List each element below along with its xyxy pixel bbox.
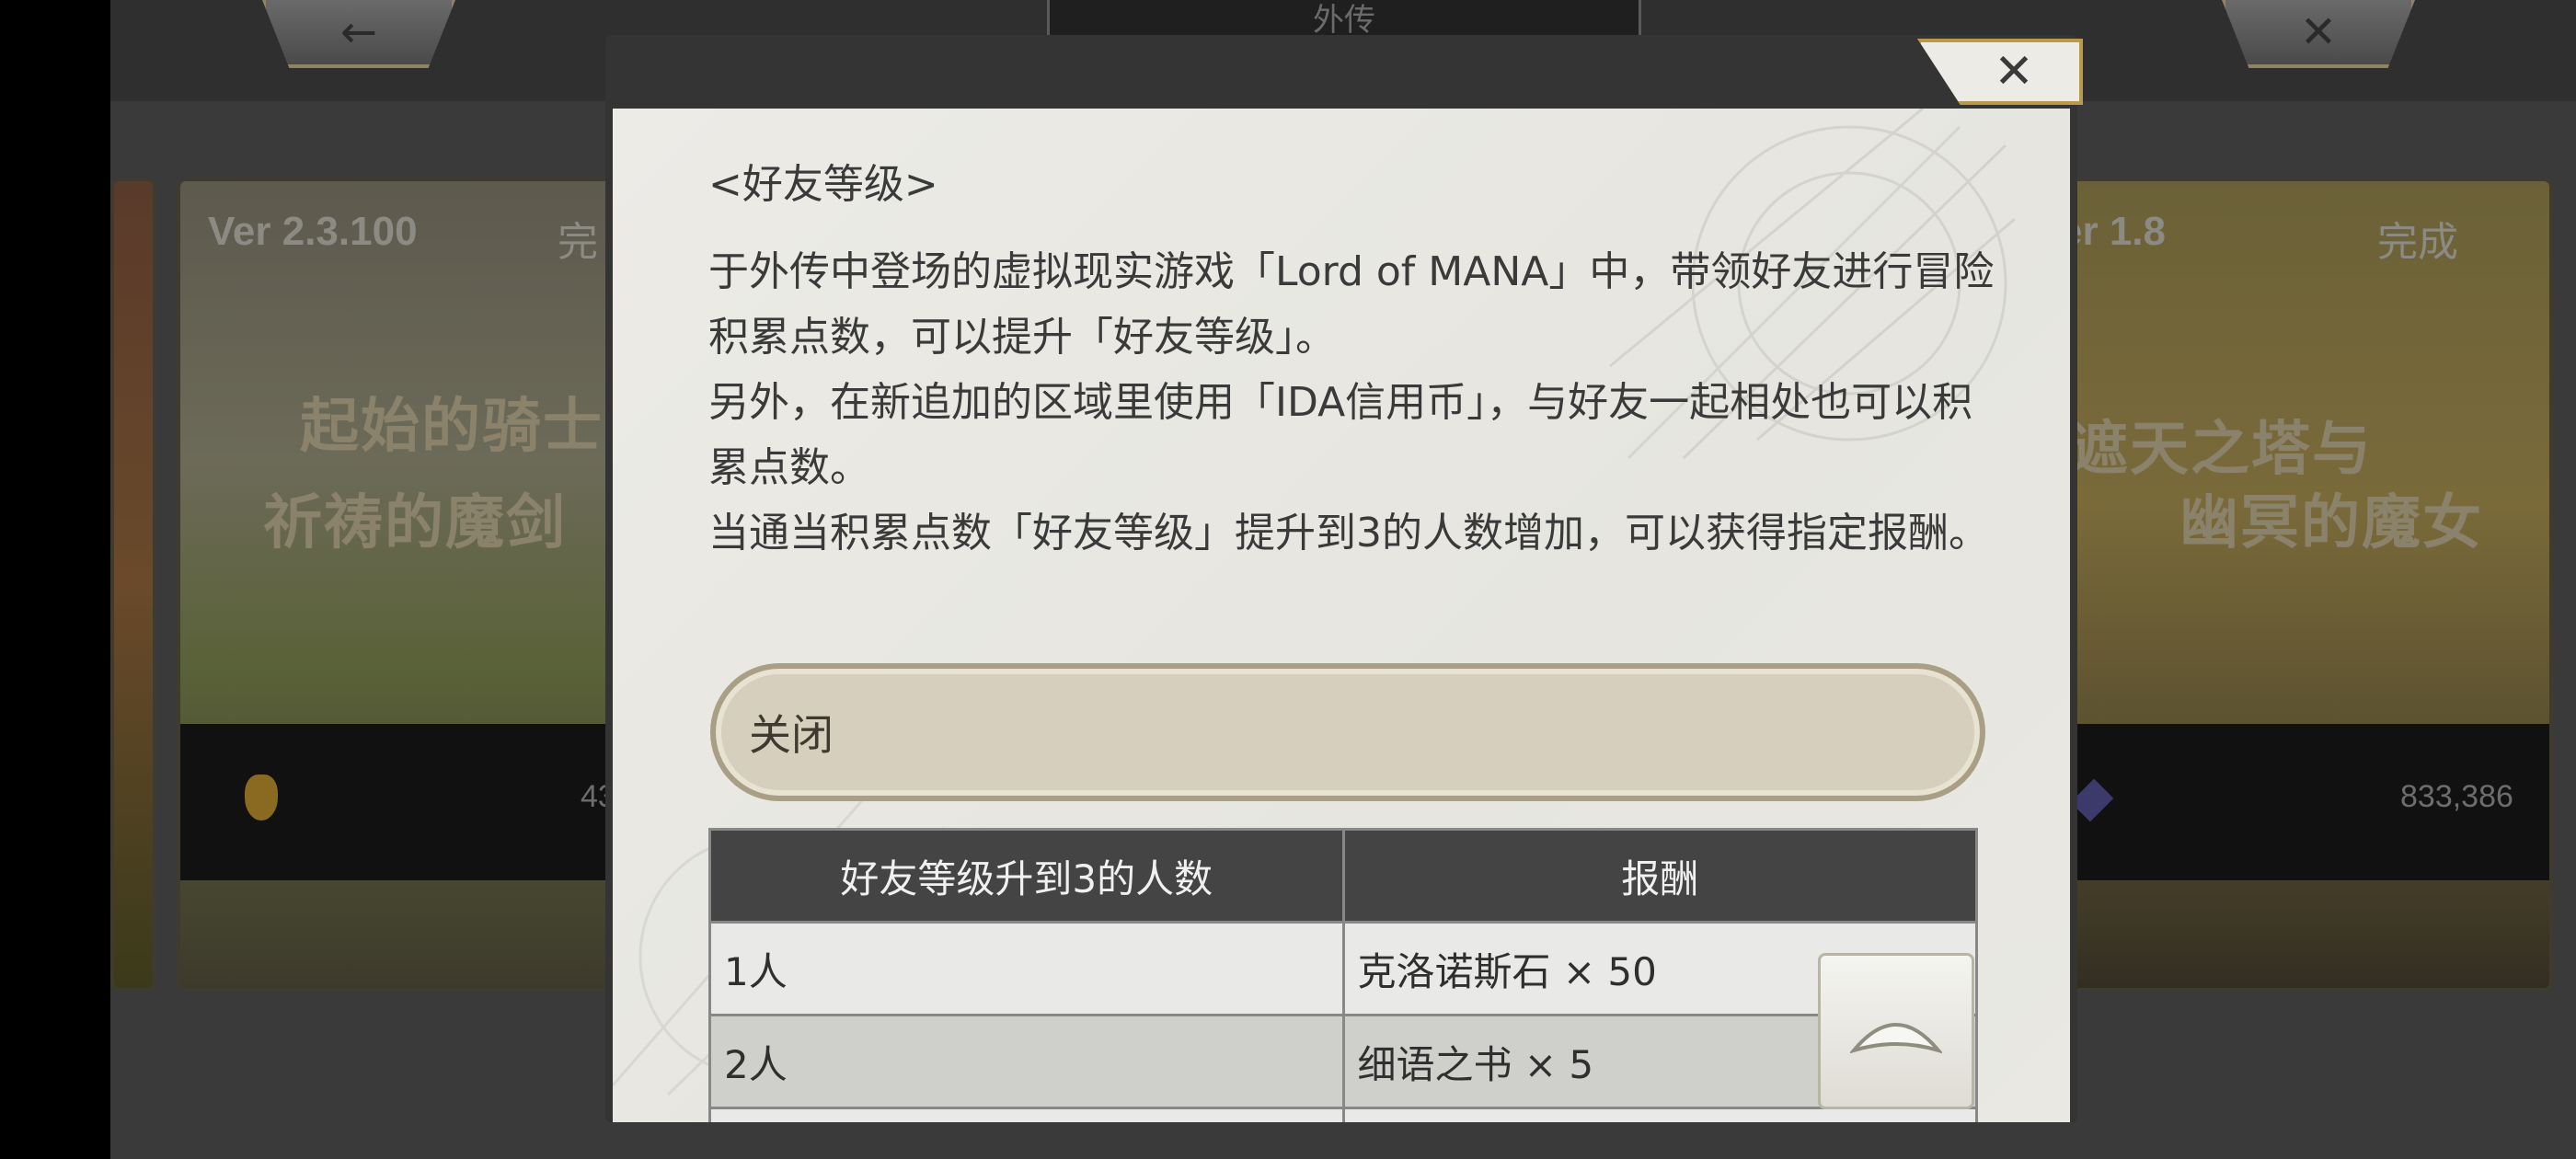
dialog-close-button[interactable]: ✕ [1917,39,2083,105]
dialog-body: <好友等级> 于外传中登场的虚拟现实游戏「Lord of MANA」中，带领好友… [613,109,2070,1122]
card-title-line2: 祈祷的魔剑 [263,488,567,557]
description-paragraph: 另外，在新追加的区域里使用「IDA信用币」，与好友一起相处也可以积累点数。 [708,379,1973,491]
top-tab-label: 外传 [1047,0,1641,40]
dialog-description: 于外传中登场的虚拟现实游戏「Lord of MANA」中，带领好友进行冒险积累点… [708,239,1996,566]
chevron-up-icon [1850,1023,1942,1054]
close-icon: ✕ [2299,6,2338,58]
table-header-row: 好友等级升到3的人数 报酬 [708,828,1978,924]
table-cell [708,1107,1345,1122]
friend-level-dialog: <好友等级> 于外传中登场的虚拟现实游戏「Lord of MANA」中，带领好友… [605,35,2083,1122]
card-info-bar: 833,386 [2041,724,2549,880]
close-button-label: 关闭 [749,710,834,760]
close-icon: ✕ [1994,44,2034,99]
story-card-left[interactable]: Ver 2.3.100 完 起始的骑士 祈祷的魔剑 43 [177,178,637,992]
potion-icon [245,775,278,820]
description-paragraph: 当通当积累点数「好友等级」提升到3的人数增加，可以获得指定报酬。 [708,510,1989,557]
card-number: 833,386 [2400,779,2513,814]
close-button[interactable]: 关闭 [710,663,1985,801]
story-card-edge[interactable] [110,178,156,992]
table-cell: 2人 [708,1014,1345,1109]
reward-table: 好友等级升到3的人数 报酬 1人 克洛诺斯石 × 50 2人 细语之书 × 5 [708,828,1978,1122]
table-cell: 1人 [708,921,1345,1016]
arrow-left-icon: ← [339,6,378,58]
card-status: 完 [558,219,598,266]
column-header: 报酬 [1341,828,1978,924]
back-button[interactable]: ← [262,0,455,68]
top-close-button[interactable]: ✕ [2222,0,2415,68]
story-card-right[interactable]: er 1.8 完成 遮天之塔与 幽冥的魔女 833,386 [2038,178,2553,992]
card-title-line2: 幽冥的魔女 [2179,488,2483,557]
dialog-heading: <好友等级> [708,161,938,208]
card-version: Ver 2.3.100 [208,209,418,254]
card-title-line1: 遮天之塔与 [2069,415,2373,484]
scroll-to-top-button[interactable] [1818,953,1974,1109]
card-info-bar: 43 [180,724,633,880]
card-title-line1: 起始的骑士 [300,392,604,461]
table-row: 1人 克洛诺斯石 × 50 [708,921,1978,1016]
table-cell [1341,1107,1978,1122]
card-status: 完成 [2377,219,2458,266]
left-black-bar [0,0,110,1159]
table-row: 2人 细语之书 × 5 [708,1014,1978,1109]
table-row [708,1107,1978,1122]
description-paragraph: 于外传中登场的虚拟现实游戏「Lord of MANA」中，带领好友进行冒险积累点… [708,248,1995,361]
column-header: 好友等级升到3的人数 [708,828,1345,924]
